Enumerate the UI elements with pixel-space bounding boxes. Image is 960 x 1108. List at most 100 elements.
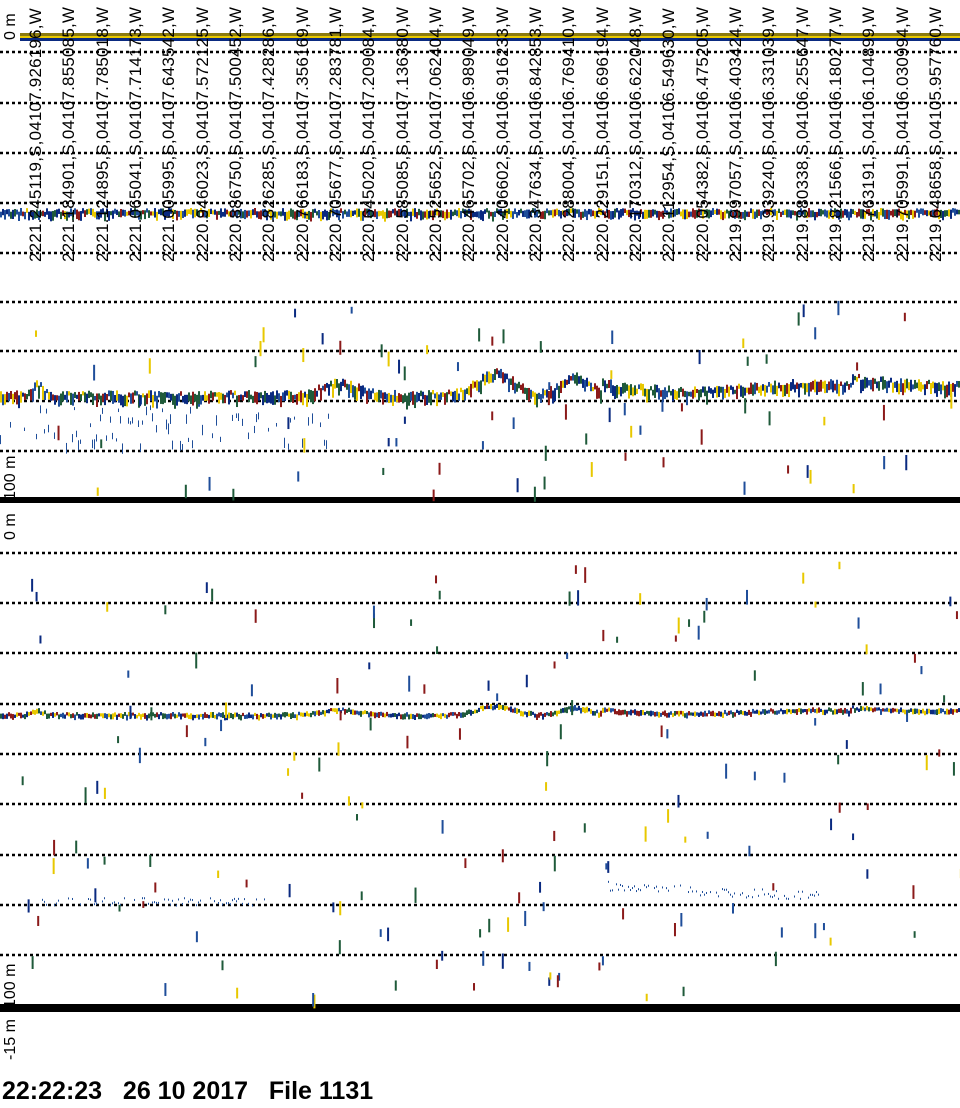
seabed-echo <box>94 714 96 719</box>
noise-echo <box>403 366 406 381</box>
seabed-echo <box>68 391 70 396</box>
seabed-echo <box>260 392 262 399</box>
fish-school-echo <box>666 887 667 890</box>
seabed-echo <box>292 395 294 404</box>
noise-echo <box>743 481 746 495</box>
fish-school-echo <box>42 898 43 901</box>
echo-trace <box>14 209 16 217</box>
seabed-echo <box>412 714 414 720</box>
echo-trace <box>456 210 458 217</box>
seabed-echo <box>450 712 452 716</box>
seabed-echo <box>820 379 822 392</box>
fish-school-echo <box>634 885 635 888</box>
position-label: 2219.997057,S,04106.403424,W <box>725 6 745 262</box>
seabed-echo <box>334 378 336 389</box>
seabed-echo <box>664 387 666 400</box>
echo-trace <box>880 208 882 216</box>
noise-echo <box>623 402 626 416</box>
echo-trace <box>614 208 616 218</box>
scatter-echo <box>140 443 141 452</box>
seabed-echo <box>22 392 24 397</box>
seabed-echo <box>28 712 30 716</box>
seabed-echo <box>538 392 540 400</box>
noise-echo <box>630 425 633 438</box>
seabed-echo <box>452 391 454 402</box>
seabed-echo <box>810 382 812 392</box>
seabed-echo <box>640 383 642 391</box>
seabed-echo <box>282 712 284 717</box>
scatter-echo <box>288 443 289 450</box>
echo-trace <box>752 209 754 219</box>
seabed-echo <box>82 713 84 720</box>
seabed-echo <box>868 380 870 386</box>
seabed-echo <box>516 383 518 392</box>
noise-echo <box>53 839 56 856</box>
seabed-echo <box>554 710 556 715</box>
seabed-echo <box>520 710 522 717</box>
seabed-echo <box>106 393 108 401</box>
seabed-echo <box>894 708 896 712</box>
echo-trace <box>10 211 12 219</box>
fish-school-echo <box>728 891 729 894</box>
seabed-echo <box>702 712 704 717</box>
fish-school-echo <box>238 897 239 900</box>
position-label: 2220.525652,S,04107.062404,W <box>425 6 445 262</box>
seabed-echo <box>182 395 184 403</box>
seabed-echo <box>864 376 866 389</box>
seabed-echo <box>270 713 272 720</box>
seabed-echo <box>286 712 288 717</box>
seabed-echo <box>716 712 718 716</box>
seabed-echo <box>448 389 450 395</box>
echo-trace <box>254 208 256 215</box>
seabed-echo <box>42 385 44 400</box>
echo-trace <box>122 209 124 216</box>
seabed-echo <box>486 704 488 710</box>
noise-echo <box>949 596 952 607</box>
fish-school-echo <box>200 899 201 902</box>
seabed-echo <box>404 393 406 402</box>
seabed-echo <box>34 382 36 391</box>
fish-school-echo <box>816 891 817 894</box>
noise-echo <box>518 892 521 904</box>
seabed-echo <box>896 708 898 713</box>
fish-school-echo <box>722 888 723 891</box>
seabed-echo <box>846 709 848 714</box>
seabed-echo <box>954 384 956 397</box>
seabed-echo <box>262 395 264 406</box>
noise-echo <box>822 923 825 931</box>
seabed-echo <box>492 706 494 711</box>
seabed-echo <box>16 712 18 717</box>
seabed-echo <box>906 378 908 389</box>
seabed-echo <box>2 394 4 406</box>
fish-school-echo <box>118 902 119 905</box>
echo-trace <box>184 209 186 217</box>
seabed-echo <box>88 713 90 719</box>
noise-echo <box>387 927 390 942</box>
seabed-echo <box>434 713 436 717</box>
seabed-echo <box>488 705 490 710</box>
seabed-echo <box>914 708 916 715</box>
seabed-echo <box>344 708 346 715</box>
seabed-echo <box>600 710 602 717</box>
seabed-echo <box>952 382 954 392</box>
noise-echo <box>746 589 749 605</box>
seabed-echo <box>92 712 94 718</box>
seabed-echo <box>138 712 140 717</box>
noise-echo <box>481 441 484 450</box>
seabed-echo <box>666 713 668 718</box>
noise-echo <box>501 849 504 863</box>
seabed-echo <box>430 713 432 718</box>
scatter-echo <box>186 414 187 424</box>
noise-echo <box>435 959 438 970</box>
noise-echo <box>952 762 955 776</box>
noise-echo <box>556 975 559 988</box>
scatter-echo <box>220 436 221 443</box>
echo-trace <box>120 208 122 218</box>
seabed-echo <box>200 395 202 405</box>
noise-echo <box>542 902 545 912</box>
seabed-echo <box>922 384 924 390</box>
seabed-echo <box>388 392 390 404</box>
echo-trace <box>482 211 484 222</box>
fish-school-echo <box>640 889 641 892</box>
seabed-echo <box>814 708 816 713</box>
